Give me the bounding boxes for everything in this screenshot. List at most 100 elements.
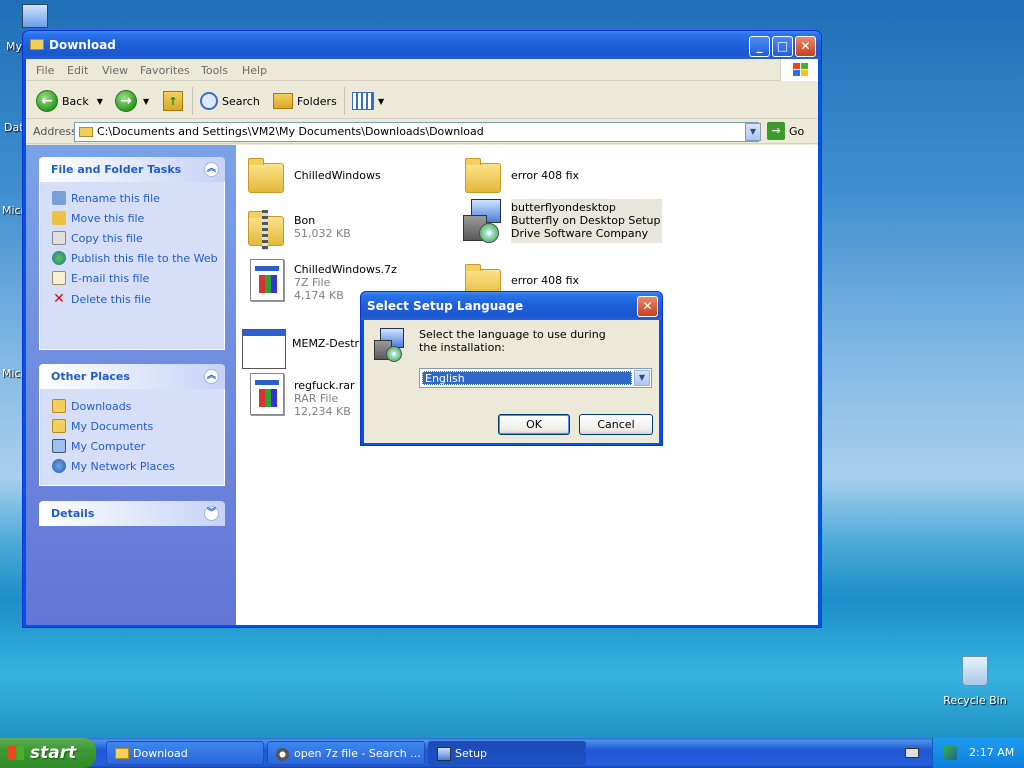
file-name: error 408 fix	[511, 274, 580, 287]
taskbar-item-download[interactable]: Download	[106, 741, 264, 765]
setup-installer-icon	[461, 199, 505, 243]
delete-icon: ✕	[53, 291, 65, 307]
network-icon[interactable]	[943, 746, 957, 760]
menu-file[interactable]: File	[36, 64, 54, 77]
setup-icon	[437, 747, 451, 761]
back-arrow-icon: ←	[36, 90, 58, 112]
file-item[interactable]: error 408 fix	[461, 155, 579, 199]
recycle-bin-label: Recycle Bin	[943, 694, 1007, 707]
panel-title: Other Places	[51, 370, 130, 383]
search-label: Search	[222, 94, 260, 108]
file-item[interactable]: MEMZ-Destruc	[242, 325, 372, 369]
panel-title: Details	[51, 507, 95, 520]
up-folder-button[interactable]: ↑	[163, 89, 183, 113]
folders-button[interactable]: Folders	[273, 89, 337, 113]
keyboard-icon[interactable]	[905, 748, 919, 758]
copy-file-link[interactable]: Copy this file	[52, 231, 143, 245]
chevron-down-icon[interactable]: ▼	[634, 370, 650, 386]
details-header[interactable]: Details ︾	[39, 501, 225, 526]
toolbar: ← Back ▼ → ▼ ↑ Search Folders ▼	[26, 81, 818, 119]
move-icon	[52, 211, 66, 225]
address-bar: Address C:\Documents and Settings\VM2\My…	[26, 120, 818, 144]
other-places-header[interactable]: Other Places ︽	[39, 364, 225, 389]
menu-view[interactable]: View	[102, 64, 128, 77]
windows-logo-icon	[8, 746, 24, 760]
menu-bar: File Edit View Favorites Tools Help	[26, 59, 818, 81]
delete-file-link[interactable]: ✕ Delete this file	[52, 291, 151, 307]
expand-icon[interactable]: ︾	[204, 506, 219, 521]
cancel-button[interactable]: Cancel	[579, 414, 653, 435]
file-type: RAR File	[294, 392, 339, 405]
maximize-button[interactable]: □	[772, 36, 793, 57]
copy-icon	[52, 231, 66, 245]
network-icon	[52, 459, 66, 473]
file-item[interactable]: regfuck.rar RAR File 12,234 KB	[244, 371, 355, 418]
views-button[interactable]: ▼	[352, 89, 384, 113]
address-dropdown-button[interactable]: ▼	[745, 123, 761, 141]
file-folder-tasks-header[interactable]: File and Folder Tasks ︽	[39, 157, 225, 182]
collapse-icon[interactable]: ︽	[204, 369, 219, 384]
taskbar-item-setup[interactable]: Setup	[428, 741, 586, 765]
back-button[interactable]: ← Back ▼	[36, 89, 103, 113]
menu-help[interactable]: Help	[242, 64, 267, 77]
forward-button[interactable]: → ▼	[115, 89, 149, 113]
views-icon	[352, 92, 374, 110]
file-type: 7Z File	[294, 276, 331, 289]
chevron-down-icon[interactable]: ▼	[97, 97, 103, 106]
generic-file-icon	[244, 371, 288, 415]
file-item[interactable]: Bon 51,032 KB	[244, 208, 351, 252]
rename-file-link[interactable]: Rename this file	[52, 191, 160, 205]
desktop-icon-recycle-bin[interactable]: Recycle Bin	[940, 656, 1010, 707]
dialog-close-button[interactable]: ✕	[637, 296, 658, 317]
setup-language-dialog: Select Setup Language ✕ Select the langu…	[360, 291, 663, 446]
downloads-link[interactable]: Downloads	[52, 399, 131, 413]
collapse-icon[interactable]: ︽	[204, 162, 219, 177]
title-bar[interactable]: Download _ □ ✕	[23, 31, 821, 59]
panel-title: File and Folder Tasks	[51, 163, 182, 176]
minimize-button[interactable]: _	[749, 36, 770, 57]
language-selected-value: English	[422, 371, 632, 385]
taskbar-item-search[interactable]: open 7z file - Search ...	[267, 741, 425, 765]
setup-installer-icon	[372, 328, 406, 362]
file-item-selected[interactable]: butterflyondesktop Butterfly on Desktop S…	[461, 199, 663, 243]
file-name: error 408 fix	[511, 169, 580, 182]
menu-tools[interactable]: Tools	[201, 64, 228, 77]
up-folder-icon: ↑	[163, 91, 183, 111]
move-file-link[interactable]: Move this file	[52, 211, 144, 225]
email-icon	[52, 271, 66, 285]
dialog-body: Select the language to use during the in…	[364, 320, 659, 443]
my-computer-link[interactable]: My Computer	[52, 439, 145, 453]
chevron-down-icon[interactable]: ▼	[143, 97, 149, 106]
file-name: Bon	[294, 214, 316, 227]
file-item[interactable]: ChilledWindows	[244, 155, 381, 199]
ok-button[interactable]: OK	[498, 414, 570, 435]
recycle-bin-icon	[962, 656, 988, 686]
close-button[interactable]: ✕	[795, 36, 816, 57]
application-window-icon	[242, 325, 286, 369]
desktop-icon-label[interactable]: Dat	[4, 121, 24, 134]
folders-icon	[273, 93, 293, 109]
start-button[interactable]: start	[0, 738, 96, 768]
folder-icon	[461, 155, 505, 199]
publish-web-link[interactable]: Publish this file to the Web	[52, 251, 218, 265]
go-arrow-icon: →	[767, 122, 785, 140]
file-folder-tasks-panel: Rename this file Move this file Copy thi…	[39, 182, 225, 350]
file-name: ChilledWindows	[294, 169, 381, 182]
address-input[interactable]: C:\Documents and Settings\VM2\My Documen…	[74, 122, 759, 142]
menu-edit[interactable]: Edit	[67, 64, 88, 77]
my-documents-link[interactable]: My Documents	[52, 419, 153, 433]
clock[interactable]: 2:17 AM	[969, 746, 1014, 759]
dialog-title-bar[interactable]: Select Setup Language ✕	[361, 292, 662, 320]
my-network-places-link[interactable]: My Network Places	[52, 459, 175, 473]
folder-icon	[244, 155, 288, 199]
go-label: Go	[789, 124, 805, 138]
windows-logo-icon	[780, 59, 818, 81]
go-button[interactable]: → Go	[767, 122, 804, 140]
search-button[interactable]: Search	[200, 89, 260, 113]
task-pane: File and Folder Tasks ︽ Rename this file…	[26, 145, 236, 625]
file-size: 12,234 KB	[294, 405, 351, 418]
email-file-link[interactable]: E-mail this file	[52, 271, 149, 285]
language-select[interactable]: English ▼	[419, 368, 652, 388]
menu-favorites[interactable]: Favorites	[140, 64, 190, 77]
desktop-icon-my-computer[interactable]: My	[4, 4, 48, 53]
